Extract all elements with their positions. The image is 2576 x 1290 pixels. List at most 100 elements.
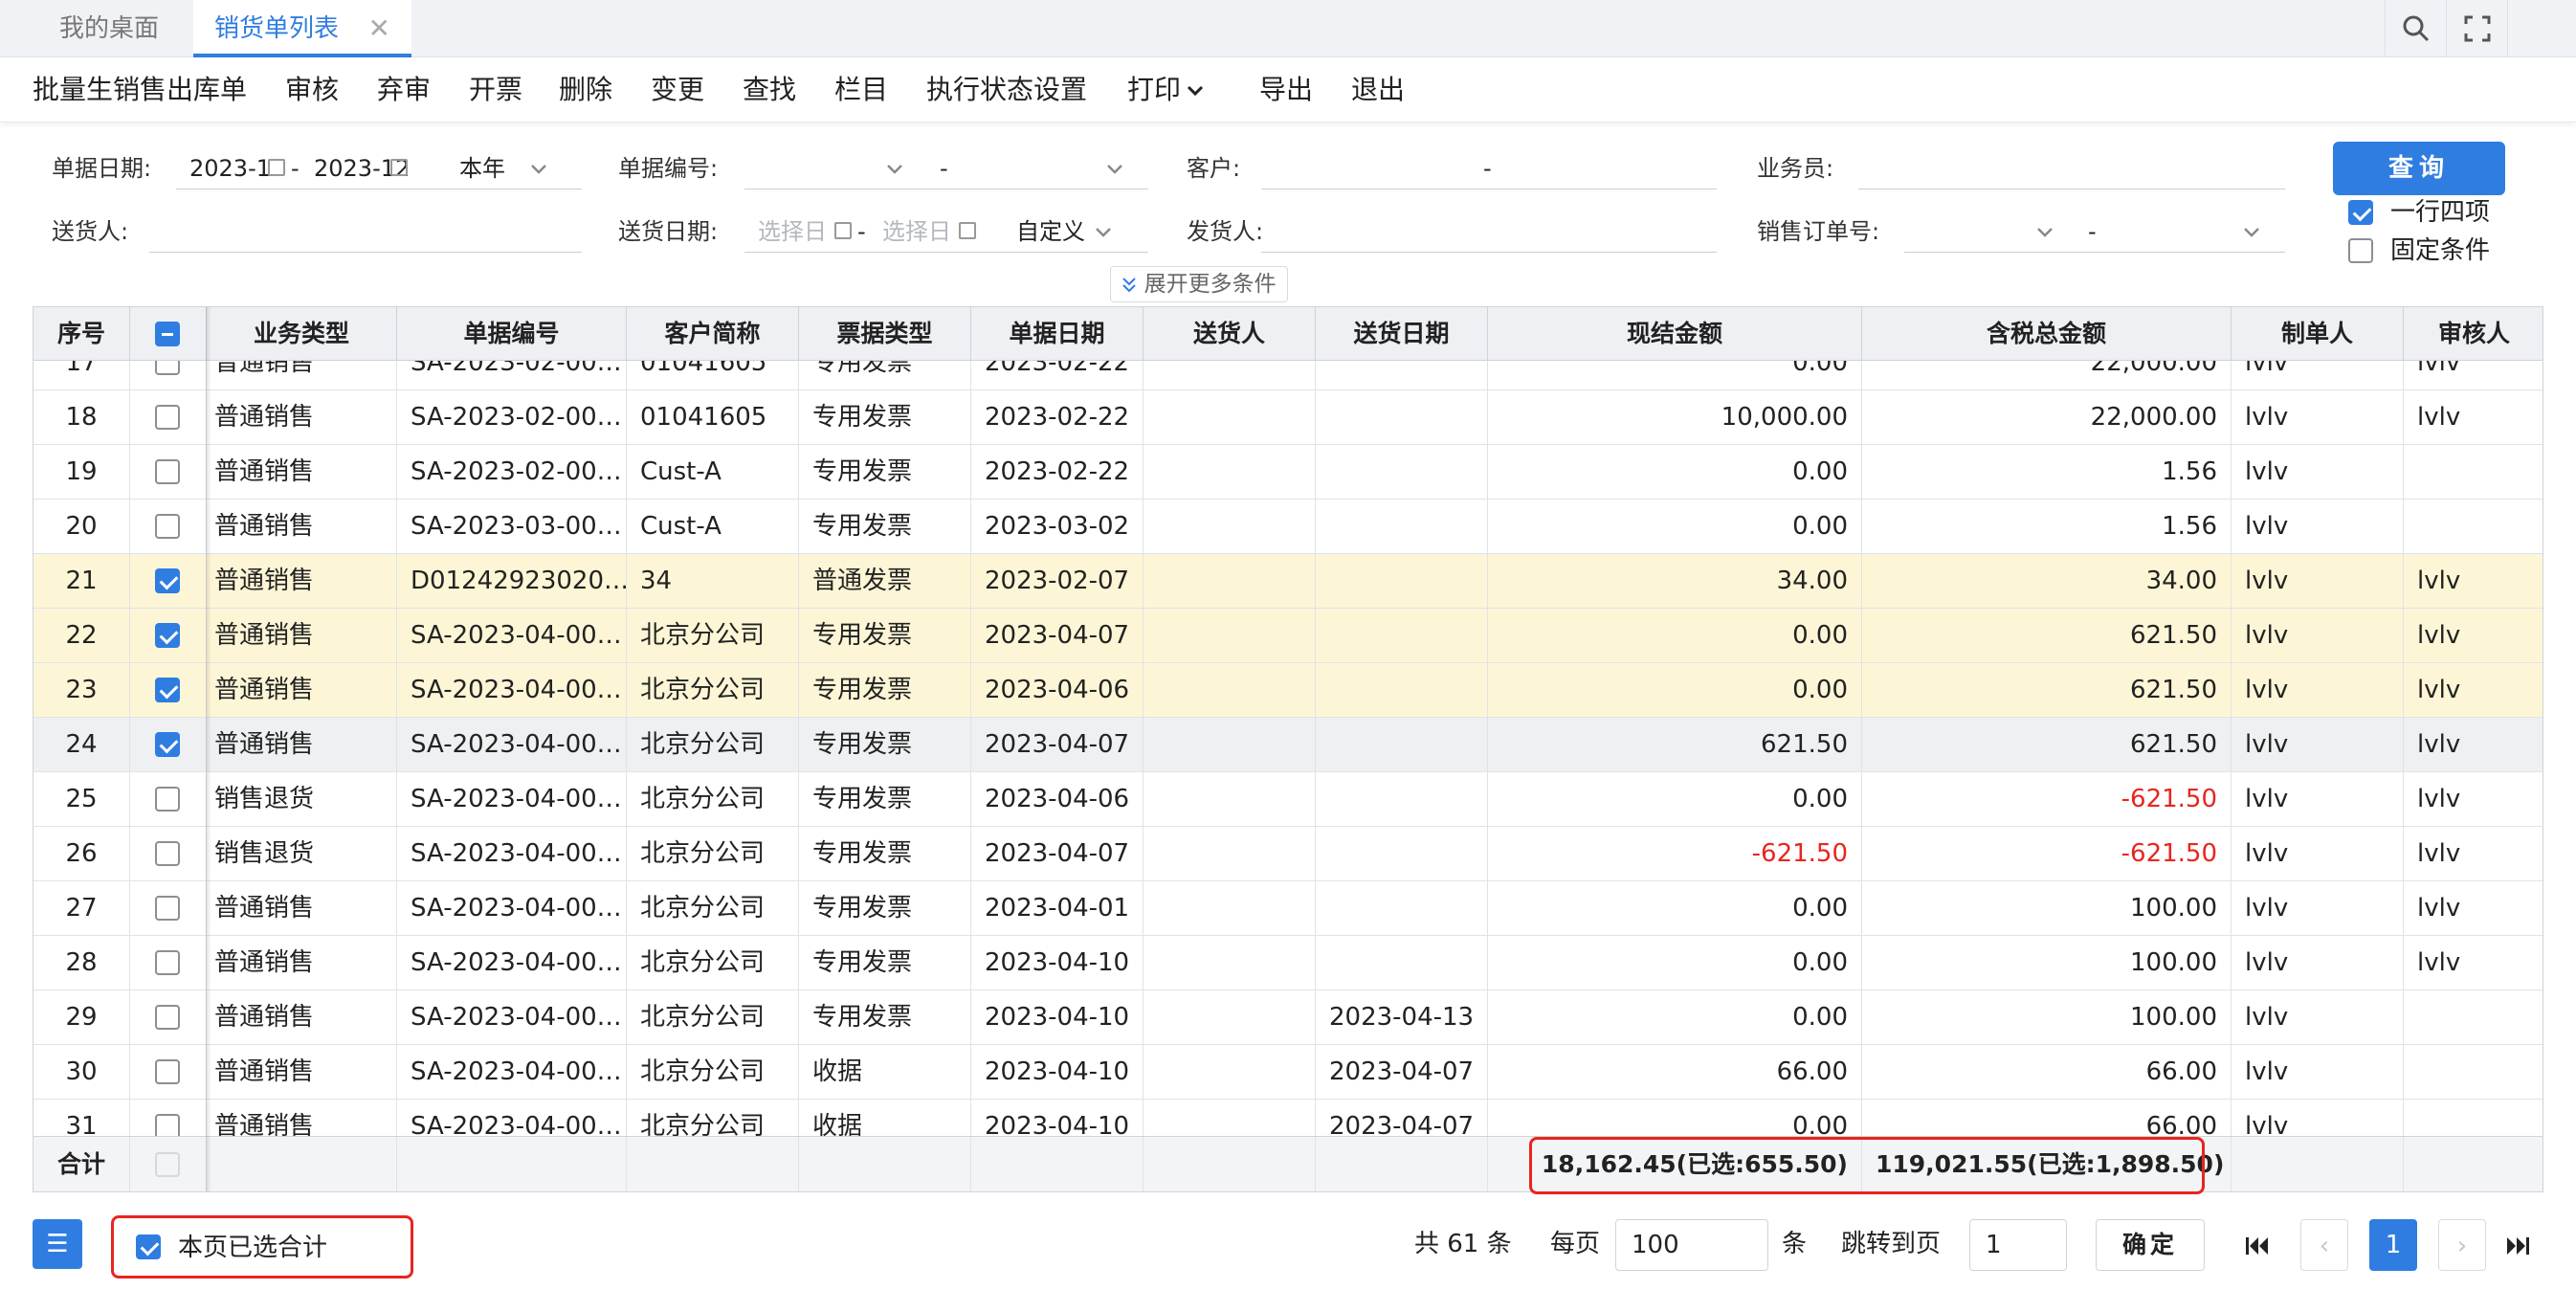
page-1-button[interactable]: 1 <box>2369 1219 2417 1271</box>
row-checkbox-cell[interactable] <box>130 718 207 772</box>
fixed-conditions-checkbox[interactable] <box>2348 238 2373 263</box>
col-cash-amount[interactable]: 现结金额 <box>1488 307 1862 361</box>
row-doc-no[interactable]: SA-2023-04-00… <box>397 1100 627 1136</box>
column-settings-icon[interactable]: ☰ <box>33 1219 82 1269</box>
col-bill-type[interactable]: 票据类型 <box>799 307 971 361</box>
col-doc-no[interactable]: 单据编号 <box>397 307 627 361</box>
row-checkbox[interactable] <box>155 623 180 648</box>
shipper-input[interactable] <box>1261 212 1717 253</box>
table-row[interactable]: 23 普通销售 SA-2023-04-00… 北京分公司 专用发票 2023-04-06 0… <box>33 663 2543 718</box>
row-checkbox-cell[interactable] <box>130 827 207 881</box>
row-checkbox[interactable] <box>155 514 180 539</box>
select-all-checkbox[interactable] <box>155 322 180 346</box>
delete-button[interactable]: 删除 <box>559 57 612 122</box>
confirm-button[interactable]: 确定 <box>2096 1219 2205 1271</box>
row-doc-no[interactable]: SA-2023-02-00… <box>397 445 627 500</box>
row-checkbox-cell[interactable] <box>130 554 207 609</box>
row-checkbox[interactable] <box>155 459 180 484</box>
row-doc-no[interactable]: SA-2023-04-00… <box>397 827 627 881</box>
invoice-button[interactable]: 开票 <box>469 57 522 122</box>
row-doc-no[interactable]: SA-2023-03-00… <box>397 500 627 554</box>
col-select-all[interactable] <box>130 307 207 361</box>
row-checkbox[interactable] <box>155 361 180 375</box>
row-checkbox-cell[interactable] <box>130 990 207 1045</box>
delivery-date-from[interactable]: 选择日 <box>758 212 827 251</box>
salesman-input[interactable] <box>1858 149 2285 189</box>
page-selected-total-checkbox[interactable] <box>136 1234 161 1259</box>
row-checkbox-cell[interactable] <box>130 881 207 936</box>
table-row[interactable]: 29 普通销售 SA-2023-04-00… 北京分公司 专用发票 2023-04-10 2… <box>33 990 2543 1045</box>
table-row[interactable]: 30 普通销售 SA-2023-04-00… 北京分公司 收据 2023-04-10 202… <box>33 1045 2543 1100</box>
table-row[interactable]: 19 普通销售 SA-2023-02-00… Cust-A 专用发票 2023-02-22… <box>33 445 2543 500</box>
row-checkbox[interactable] <box>155 841 180 866</box>
col-delivery-date[interactable]: 送货日期 <box>1316 307 1488 361</box>
next-page-icon[interactable]: › <box>2438 1219 2486 1271</box>
row-doc-no[interactable]: SA-2023-04-00… <box>397 772 627 827</box>
batch-outbound-button[interactable]: 批量生销售出库单 <box>33 57 247 122</box>
table-row[interactable]: 21 普通销售 D01242923020… 34 普通发票 2023-02-07 34.00… <box>33 554 2543 609</box>
row-doc-no[interactable]: SA-2023-04-00… <box>397 990 627 1045</box>
doc-no-range[interactable]: - <box>744 149 1148 189</box>
table-row[interactable]: 24 普通销售 SA-2023-04-00… 北京分公司 专用发票 2023-04-07 6… <box>33 718 2543 772</box>
table-row[interactable]: 20 普通销售 SA-2023-03-00… Cust-A 专用发票 2023-03-02… <box>33 500 2543 554</box>
query-button[interactable]: 查询 <box>2333 142 2505 195</box>
row-checkbox[interactable] <box>155 1005 180 1030</box>
row-checkbox[interactable] <box>155 568 180 593</box>
col-seq[interactable]: 序号 <box>33 307 130 361</box>
audit-button[interactable]: 审核 <box>285 57 339 122</box>
prev-page-icon[interactable]: ‹ <box>2300 1219 2348 1271</box>
table-row[interactable]: 18 普通销售 SA-2023-02-00… 01041605 专用发票 2023-02-… <box>33 390 2543 445</box>
row-doc-no[interactable]: SA-2023-04-00… <box>397 718 627 772</box>
doc-date-from[interactable]: 2023-1 <box>189 149 271 188</box>
row-checkbox-cell[interactable] <box>130 936 207 990</box>
row-checkbox[interactable] <box>155 787 180 812</box>
row-checkbox[interactable] <box>155 1059 180 1084</box>
tab-sales-list[interactable]: 销货单列表 ✕ <box>193 0 411 57</box>
row-doc-no[interactable]: SA-2023-02-00… <box>397 390 627 445</box>
row-doc-no[interactable]: SA-2023-04-00… <box>397 881 627 936</box>
table-row[interactable]: 22 普通销售 SA-2023-04-00… 北京分公司 专用发票 2023-04-07 0… <box>33 609 2543 663</box>
row-checkbox[interactable] <box>155 405 180 430</box>
four-per-row-checkbox[interactable] <box>2348 200 2373 225</box>
table-row[interactable]: 25 销售退货 SA-2023-04-00… 北京分公司 专用发票 2023-04-06 0… <box>33 772 2543 827</box>
col-doc-date[interactable]: 单据日期 <box>971 307 1144 361</box>
doc-date-period[interactable]: 本年 <box>459 149 505 188</box>
row-checkbox-cell[interactable] <box>130 1100 207 1136</box>
change-button[interactable]: 变更 <box>651 57 704 122</box>
print-menu[interactable]: 打印 <box>1127 57 1204 122</box>
row-doc-no[interactable]: SA-2023-04-00… <box>397 936 627 990</box>
delivery-date-range[interactable]: 选择日 - 选择日 自定义 <box>744 212 1148 253</box>
tab-close-icon[interactable]: ✕ <box>368 0 390 57</box>
row-checkbox-cell[interactable] <box>130 361 207 390</box>
delivery-period[interactable]: 自定义 <box>1016 212 1085 251</box>
table-row[interactable]: 28 普通销售 SA-2023-04-00… 北京分公司 专用发票 2023-04-10 0… <box>33 936 2543 990</box>
row-checkbox-cell[interactable] <box>130 609 207 663</box>
row-doc-no[interactable]: D01242923020… <box>397 554 627 609</box>
fullscreen-icon[interactable] <box>2446 0 2507 57</box>
row-checkbox[interactable] <box>155 732 180 757</box>
find-button[interactable]: 查找 <box>743 57 796 122</box>
row-checkbox[interactable] <box>155 950 180 975</box>
columns-button[interactable]: 栏目 <box>834 57 888 122</box>
first-page-icon[interactable] <box>2233 1219 2281 1271</box>
more-tabs-icon[interactable] <box>2507 0 2568 57</box>
expand-more-button[interactable]: 展开更多条件 <box>1110 266 1288 302</box>
jump-page-input[interactable]: 1 <box>1969 1219 2067 1271</box>
search-icon[interactable] <box>2385 0 2446 57</box>
table-row[interactable]: 27 普通销售 SA-2023-04-00… 北京分公司 专用发票 2023-04-01 0… <box>33 881 2543 936</box>
row-checkbox[interactable] <box>155 678 180 702</box>
per-page-input[interactable]: 100 <box>1615 1219 1768 1271</box>
exec-status-button[interactable]: 执行状态设置 <box>926 57 1087 122</box>
row-doc-no[interactable]: SA-2023-02-00… <box>397 361 627 390</box>
row-doc-no[interactable]: SA-2023-04-00… <box>397 609 627 663</box>
exit-button[interactable]: 退出 <box>1351 57 1405 122</box>
table-row[interactable]: 31 普通销售 SA-2023-04-00… 北京分公司 收据 2023-04-10 202… <box>33 1100 2543 1136</box>
last-page-icon[interactable] <box>2494 1219 2542 1271</box>
row-checkbox-cell[interactable] <box>130 1045 207 1100</box>
row-checkbox-cell[interactable] <box>130 663 207 718</box>
tab-home[interactable]: 我的桌面 <box>59 0 159 57</box>
col-biz-type[interactable]: 业务类型 <box>207 307 397 361</box>
doc-date-range[interactable]: 2023-1 - 2023-12 本年 <box>176 149 582 189</box>
delivery-date-to[interactable]: 选择日 <box>882 212 951 251</box>
row-checkbox[interactable] <box>155 896 180 921</box>
